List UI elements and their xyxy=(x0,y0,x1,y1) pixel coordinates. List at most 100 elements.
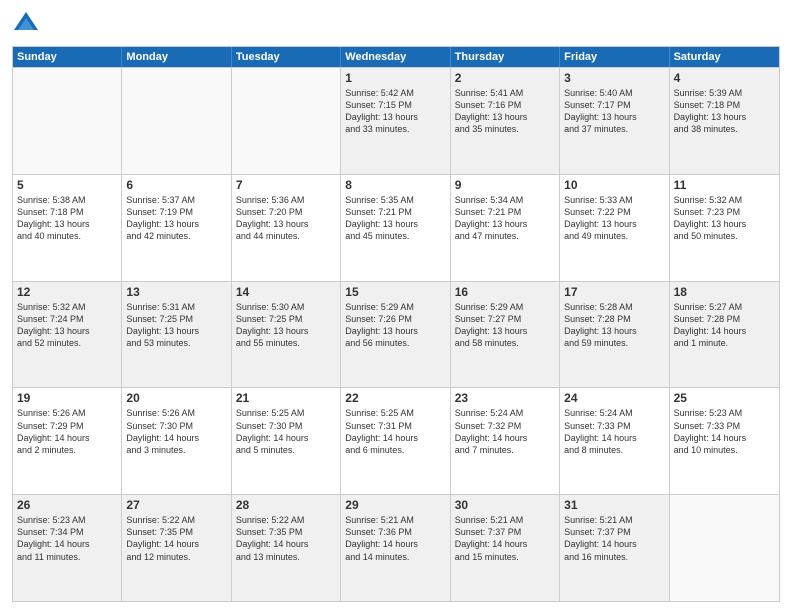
cell-info-line: and 3 minutes. xyxy=(126,444,226,456)
cell-info-line: Sunrise: 5:29 AM xyxy=(345,301,445,313)
calendar-cell: 17Sunrise: 5:28 AMSunset: 7:28 PMDayligh… xyxy=(560,282,669,388)
cell-info-line: Sunrise: 5:37 AM xyxy=(126,194,226,206)
cell-info-line: Daylight: 13 hours xyxy=(345,325,445,337)
cell-info-line: and 42 minutes. xyxy=(126,230,226,242)
day-number: 8 xyxy=(345,178,445,192)
calendar-cell: 31Sunrise: 5:21 AMSunset: 7:37 PMDayligh… xyxy=(560,495,669,601)
calendar-cell: 3Sunrise: 5:40 AMSunset: 7:17 PMDaylight… xyxy=(560,68,669,174)
cell-info-line: Sunset: 7:21 PM xyxy=(345,206,445,218)
cell-info-line: Sunrise: 5:21 AM xyxy=(564,514,664,526)
calendar-cell: 12Sunrise: 5:32 AMSunset: 7:24 PMDayligh… xyxy=(13,282,122,388)
day-number: 14 xyxy=(236,285,336,299)
cell-info-line: and 52 minutes. xyxy=(17,337,117,349)
calendar-cell: 24Sunrise: 5:24 AMSunset: 7:33 PMDayligh… xyxy=(560,388,669,494)
day-number: 15 xyxy=(345,285,445,299)
cell-info-line: Daylight: 14 hours xyxy=(674,432,775,444)
calendar-header: SundayMondayTuesdayWednesdayThursdayFrid… xyxy=(13,47,779,67)
cell-info-line: Sunrise: 5:34 AM xyxy=(455,194,555,206)
cell-info-line: Sunrise: 5:22 AM xyxy=(126,514,226,526)
cell-info-line: Daylight: 13 hours xyxy=(126,218,226,230)
calendar-cell: 15Sunrise: 5:29 AMSunset: 7:26 PMDayligh… xyxy=(341,282,450,388)
cell-info-line: and 35 minutes. xyxy=(455,123,555,135)
day-number: 19 xyxy=(17,391,117,405)
cell-info-line: and 55 minutes. xyxy=(236,337,336,349)
cell-info-line: and 10 minutes. xyxy=(674,444,775,456)
cell-info-line: Sunrise: 5:24 AM xyxy=(564,407,664,419)
day-number: 17 xyxy=(564,285,664,299)
cell-info-line: Sunrise: 5:40 AM xyxy=(564,87,664,99)
day-number: 9 xyxy=(455,178,555,192)
cell-info-line: Sunrise: 5:23 AM xyxy=(17,514,117,526)
calendar-row: 5 Sunrise: 5:38 AMSunset: 7:18 PM Daylight… xyxy=(13,174,779,281)
cell-info-line: Daylight: 13 hours xyxy=(564,218,664,230)
cell-info-line: Sunset: 7:28 PM xyxy=(674,313,775,325)
cell-info-line: Daylight: 14 hours xyxy=(126,432,226,444)
day-number: 1 xyxy=(345,71,445,85)
calendar-cell: 6Sunrise: 5:37 AMSunset: 7:19 PMDaylight… xyxy=(122,175,231,281)
cell-info-line: and 13 minutes. xyxy=(236,551,336,563)
weekday-header: Tuesday xyxy=(232,47,341,67)
cell-info-line: Sunrise: 5:39 AM xyxy=(674,87,775,99)
cell-info-line: Sunset: 7:24 PM xyxy=(17,313,117,325)
cell-info-line: Daylight: 13 hours xyxy=(564,325,664,337)
cell-info-line: Sunset: 7:18 PM xyxy=(17,206,117,218)
cell-info-line: and 8 minutes. xyxy=(564,444,664,456)
day-number: 29 xyxy=(345,498,445,512)
calendar: SundayMondayTuesdayWednesdayThursdayFrid… xyxy=(12,46,780,602)
day-number: 23 xyxy=(455,391,555,405)
cell-info-line: Sunrise: 5:25 AM xyxy=(345,407,445,419)
cell-info-line: Sunrise: 5:21 AM xyxy=(455,514,555,526)
cell-info-line: Sunset: 7:22 PM xyxy=(564,206,664,218)
calendar-cell: 13Sunrise: 5:31 AMSunset: 7:25 PMDayligh… xyxy=(122,282,231,388)
cell-info-line: and 53 minutes. xyxy=(126,337,226,349)
cell-info-line: Daylight: 13 hours xyxy=(564,111,664,123)
cell-info-line: Sunset: 7:23 PM xyxy=(674,206,775,218)
day-number: 11 xyxy=(674,178,775,192)
header xyxy=(12,10,780,38)
cell-info-line: Sunrise: 5:26 AM xyxy=(17,407,117,419)
cell-info-line: Sunrise: 5:32 AM xyxy=(674,194,775,206)
cell-info-line: Sunset: 7:25 PM xyxy=(126,313,226,325)
cell-info-line: Sunrise: 5:25 AM xyxy=(236,407,336,419)
cell-info-line: Sunset: 7:16 PM xyxy=(455,99,555,111)
calendar-cell: 25Sunrise: 5:23 AMSunset: 7:33 PMDayligh… xyxy=(670,388,779,494)
cell-info-line: and 49 minutes. xyxy=(564,230,664,242)
cell-info-line: Sunset: 7:19 PM xyxy=(126,206,226,218)
cell-info-line: Daylight: 14 hours xyxy=(236,432,336,444)
calendar-cell: 26Sunrise: 5:23 AMSunset: 7:34 PMDayligh… xyxy=(13,495,122,601)
calendar-body: 1Sunrise: 5:42 AMSunset: 7:15 PMDaylight… xyxy=(13,67,779,601)
page: SundayMondayTuesdayWednesdayThursdayFrid… xyxy=(0,0,792,612)
calendar-cell: 29Sunrise: 5:21 AMSunset: 7:36 PMDayligh… xyxy=(341,495,450,601)
calendar-row: 1Sunrise: 5:42 AMSunset: 7:15 PMDaylight… xyxy=(13,67,779,174)
cell-info-line: and 16 minutes. xyxy=(564,551,664,563)
cell-info-line: Sunrise: 5:29 AM xyxy=(455,301,555,313)
cell-info-line: Sunrise: 5:38 AM xyxy=(17,194,117,206)
cell-info-line: Sunset: 7:30 PM xyxy=(236,420,336,432)
day-number: 27 xyxy=(126,498,226,512)
cell-info-line: and 37 minutes. xyxy=(564,123,664,135)
cell-info-line: and 33 minutes. xyxy=(345,123,445,135)
cell-info-line: Sunrise: 5:24 AM xyxy=(455,407,555,419)
cell-info-line: Daylight: 14 hours xyxy=(17,538,117,550)
cell-info-line: Daylight: 14 hours xyxy=(674,325,775,337)
cell-info-line: Sunset: 7:35 PM xyxy=(236,526,336,538)
cell-info-line: and 56 minutes. xyxy=(345,337,445,349)
day-number: 3 xyxy=(564,71,664,85)
calendar-cell: 16Sunrise: 5:29 AMSunset: 7:27 PMDayligh… xyxy=(451,282,560,388)
cell-info-line: and 14 minutes. xyxy=(345,551,445,563)
cell-info-line: and 38 minutes. xyxy=(674,123,775,135)
cell-info-line: Sunrise: 5:21 AM xyxy=(345,514,445,526)
cell-info-line: Sunset: 7:33 PM xyxy=(564,420,664,432)
calendar-row: 19Sunrise: 5:26 AMSunset: 7:29 PMDayligh… xyxy=(13,387,779,494)
calendar-cell: 19Sunrise: 5:26 AMSunset: 7:29 PMDayligh… xyxy=(13,388,122,494)
cell-info-line: Daylight: 13 hours xyxy=(236,218,336,230)
cell-info-line: Sunset: 7:20 PM xyxy=(236,206,336,218)
cell-info-line: Sunrise: 5:31 AM xyxy=(126,301,226,313)
calendar-cell: 8Sunrise: 5:35 AMSunset: 7:21 PMDaylight… xyxy=(341,175,450,281)
weekday-header: Monday xyxy=(122,47,231,67)
calendar-cell: 11Sunrise: 5:32 AMSunset: 7:23 PMDayligh… xyxy=(670,175,779,281)
calendar-cell xyxy=(122,68,231,174)
weekday-header: Sunday xyxy=(13,47,122,67)
calendar-row: 26Sunrise: 5:23 AMSunset: 7:34 PMDayligh… xyxy=(13,494,779,601)
day-number: 5 xyxy=(17,178,117,192)
